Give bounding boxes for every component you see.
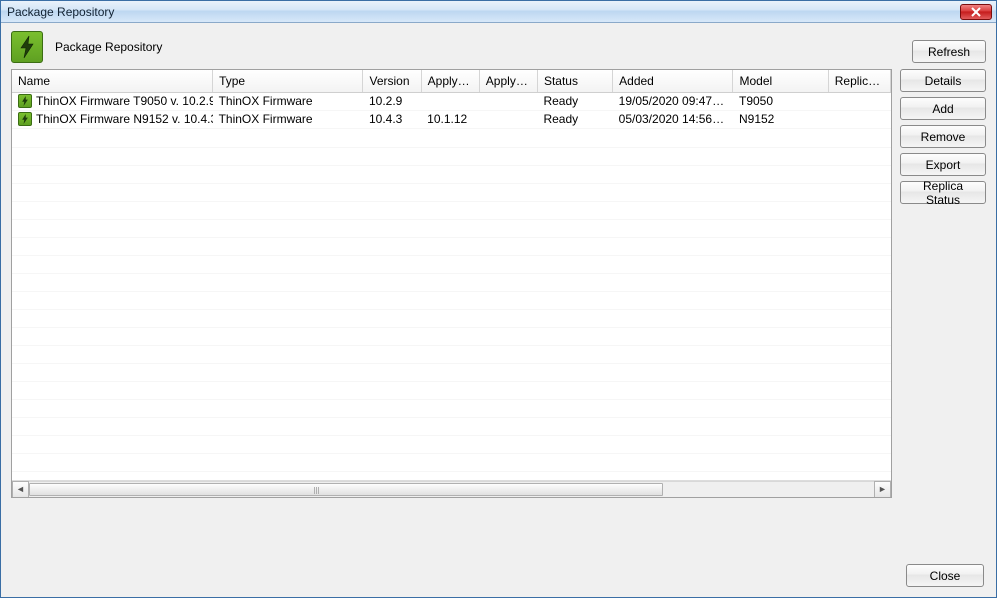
page-title: Package Repository bbox=[55, 40, 900, 54]
col-header-apply-to-1[interactable]: Apply t... bbox=[421, 70, 479, 92]
footer: Close bbox=[11, 560, 986, 587]
lightning-icon bbox=[18, 112, 32, 126]
replica-status-button[interactable]: Replica Status bbox=[900, 181, 986, 204]
cell-name: ThinOX Firmware T9050 v. 10.2.9 bbox=[36, 94, 213, 108]
col-header-model[interactable]: Model bbox=[733, 70, 828, 92]
side-buttons: Details Add Remove Export Replica Status bbox=[900, 69, 986, 498]
main-row: Name Type Version Apply t... Apply t... … bbox=[11, 69, 986, 498]
add-button[interactable]: Add bbox=[900, 97, 986, 120]
scrollbar-track[interactable] bbox=[29, 481, 874, 498]
cell-apply-to-1: 10.1.12 bbox=[421, 110, 479, 128]
details-button[interactable]: Details bbox=[900, 69, 986, 92]
table-row[interactable]: ThinOX Firmware N9152 v. 10.4.3ThinOX Fi… bbox=[12, 110, 891, 128]
cell-model: T9050 bbox=[733, 92, 828, 110]
lightning-icon bbox=[18, 94, 32, 108]
cell-added: 19/05/2020 09:47:08 bbox=[613, 92, 733, 110]
content-area: Package Repository Refresh Na bbox=[1, 23, 996, 597]
cell-type: ThinOX Firmware bbox=[213, 110, 363, 128]
col-header-status[interactable]: Status bbox=[537, 70, 612, 92]
col-header-name[interactable]: Name bbox=[12, 70, 213, 92]
window-title: Package Repository bbox=[7, 5, 954, 19]
cell-apply-to-2 bbox=[479, 92, 537, 110]
export-button[interactable]: Export bbox=[900, 153, 986, 176]
table-header-row: Name Type Version Apply t... Apply t... … bbox=[12, 70, 891, 92]
cell-apply-to-1 bbox=[421, 92, 479, 110]
scroll-left-icon[interactable]: ◄ bbox=[12, 481, 29, 498]
scroll-right-icon[interactable]: ► bbox=[874, 481, 891, 498]
cell-apply-to-2 bbox=[479, 110, 537, 128]
cell-added: 05/03/2020 14:56:28 bbox=[613, 110, 733, 128]
cell-status: Ready bbox=[537, 110, 612, 128]
horizontal-scrollbar[interactable]: ◄ ► bbox=[12, 480, 891, 497]
header-row: Package Repository Refresh bbox=[11, 31, 986, 63]
cell-version: 10.2.9 bbox=[363, 92, 421, 110]
spacer bbox=[11, 504, 986, 554]
col-header-apply-to-2[interactable]: Apply t... bbox=[479, 70, 537, 92]
table-row[interactable]: ThinOX Firmware T9050 v. 10.2.9ThinOX Fi… bbox=[12, 92, 891, 110]
scrollbar-thumb-grip bbox=[314, 487, 320, 494]
close-icon[interactable] bbox=[960, 4, 992, 20]
cell-replica-status bbox=[828, 110, 890, 128]
cell-status: Ready bbox=[537, 92, 612, 110]
cell-version: 10.4.3 bbox=[363, 110, 421, 128]
lightning-icon bbox=[11, 31, 43, 63]
package-table: Name Type Version Apply t... Apply t... … bbox=[12, 70, 891, 129]
col-header-added[interactable]: Added bbox=[613, 70, 733, 92]
titlebar: Package Repository bbox=[1, 1, 996, 23]
cell-model: N9152 bbox=[733, 110, 828, 128]
refresh-button[interactable]: Refresh bbox=[912, 40, 986, 63]
col-header-replica-status[interactable]: Replica St bbox=[828, 70, 890, 92]
table-pane: Name Type Version Apply t... Apply t... … bbox=[11, 69, 892, 498]
cell-replica-status bbox=[828, 92, 890, 110]
scrollbar-thumb[interactable] bbox=[29, 483, 663, 496]
cell-type: ThinOX Firmware bbox=[213, 92, 363, 110]
table-scroll: Name Type Version Apply t... Apply t... … bbox=[12, 70, 891, 480]
table-filler bbox=[12, 130, 891, 480]
remove-button[interactable]: Remove bbox=[900, 125, 986, 148]
window: Package Repository Package Repository Re… bbox=[0, 0, 997, 598]
col-header-type[interactable]: Type bbox=[213, 70, 363, 92]
cell-name: ThinOX Firmware N9152 v. 10.4.3 bbox=[36, 112, 213, 126]
close-button[interactable]: Close bbox=[906, 564, 984, 587]
col-header-version[interactable]: Version bbox=[363, 70, 421, 92]
